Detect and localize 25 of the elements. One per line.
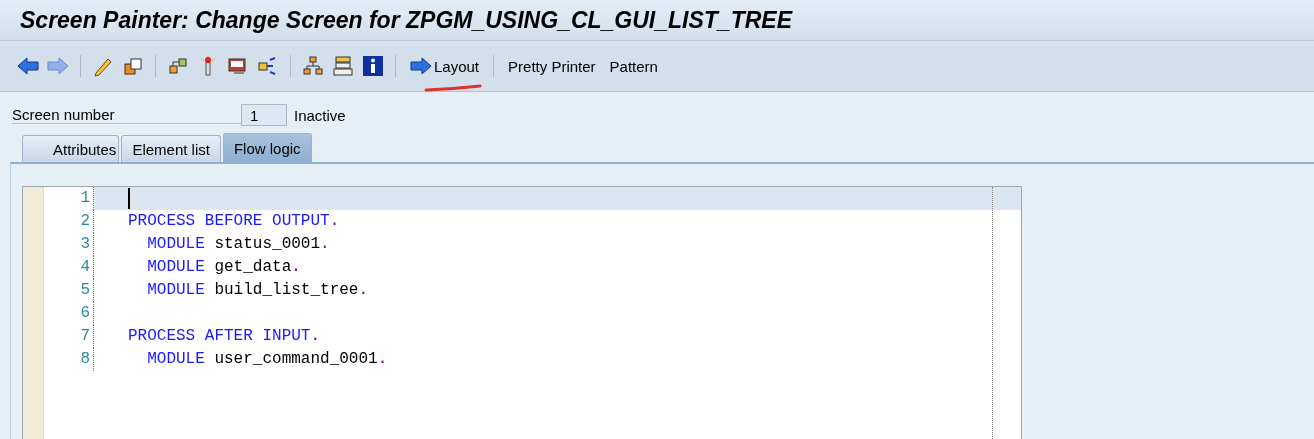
tab[interactable]: Flow logic — [222, 133, 312, 162]
code-line: MODULE status_0001. — [146, 234, 330, 255]
code-line: MODULE build_list_tree. — [146, 280, 369, 301]
window-title: Screen Painter: Change Screen for ZPGM_USING_CL_GUI_LIST_TREE — [20, 6, 792, 34]
stack-icon[interactable] — [331, 54, 355, 78]
code-line: PROCESS AFTER INPUT. — [128, 326, 321, 347]
hierarchy-icon[interactable] — [301, 54, 325, 78]
text-cursor — [128, 188, 130, 209]
field-label: Screen number — [12, 106, 241, 124]
info-icon[interactable] — [361, 54, 385, 78]
tab[interactable]: Attributes — [22, 135, 120, 162]
line-number: 1 — [44, 187, 94, 210]
code-editor[interactable]: 1 2 PROCESS BEFORE OUTPUT. 3 MODULE status_0001. 4 MODULE get_data. 5 MODULE build_list_tree. 6 7 PROCESS AFTER INPUT. 8 MODULE user_command_0001. — [22, 186, 1022, 439]
layout-button[interactable]: Layout — [406, 55, 484, 77]
code-line: MODULE get_data. — [146, 257, 301, 278]
toolbar-text-button[interactable]: Pretty Printer — [504, 55, 600, 77]
code-line: MODULE user_command_0001. — [146, 349, 388, 370]
screen-number-field[interactable]: 1 — [241, 104, 287, 126]
tab[interactable]: Element list — [121, 135, 221, 162]
underline-mark — [424, 83, 482, 93]
status-text: Inactive — [294, 106, 346, 124]
code-line: PROCESS BEFORE OUTPUT. — [128, 211, 340, 232]
toolbar-text-button[interactable]: Pattern — [605, 55, 662, 77]
arrow-icon — [410, 57, 432, 75]
back-icon[interactable] — [16, 54, 40, 78]
